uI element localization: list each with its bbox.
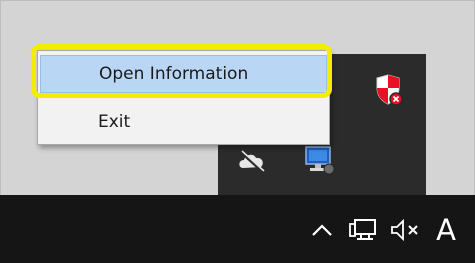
menu-item-label: Open Information [99, 64, 249, 84]
menu-item-label: Exit [98, 112, 131, 132]
shield-icon[interactable] [374, 74, 404, 106]
chevron-up-icon[interactable] [311, 223, 333, 237]
network-icon[interactable] [349, 218, 379, 244]
cloud-offline-icon[interactable] [236, 146, 268, 174]
menu-item-open-information[interactable]: Open Information [40, 55, 327, 93]
volume-muted-icon[interactable] [390, 218, 424, 242]
menu-item-exit[interactable]: Exit [40, 103, 327, 141]
tray-context-menu: Open Information Exit [37, 50, 330, 145]
display-monitor-icon[interactable] [302, 143, 336, 177]
input-language-indicator[interactable]: A [430, 210, 462, 250]
